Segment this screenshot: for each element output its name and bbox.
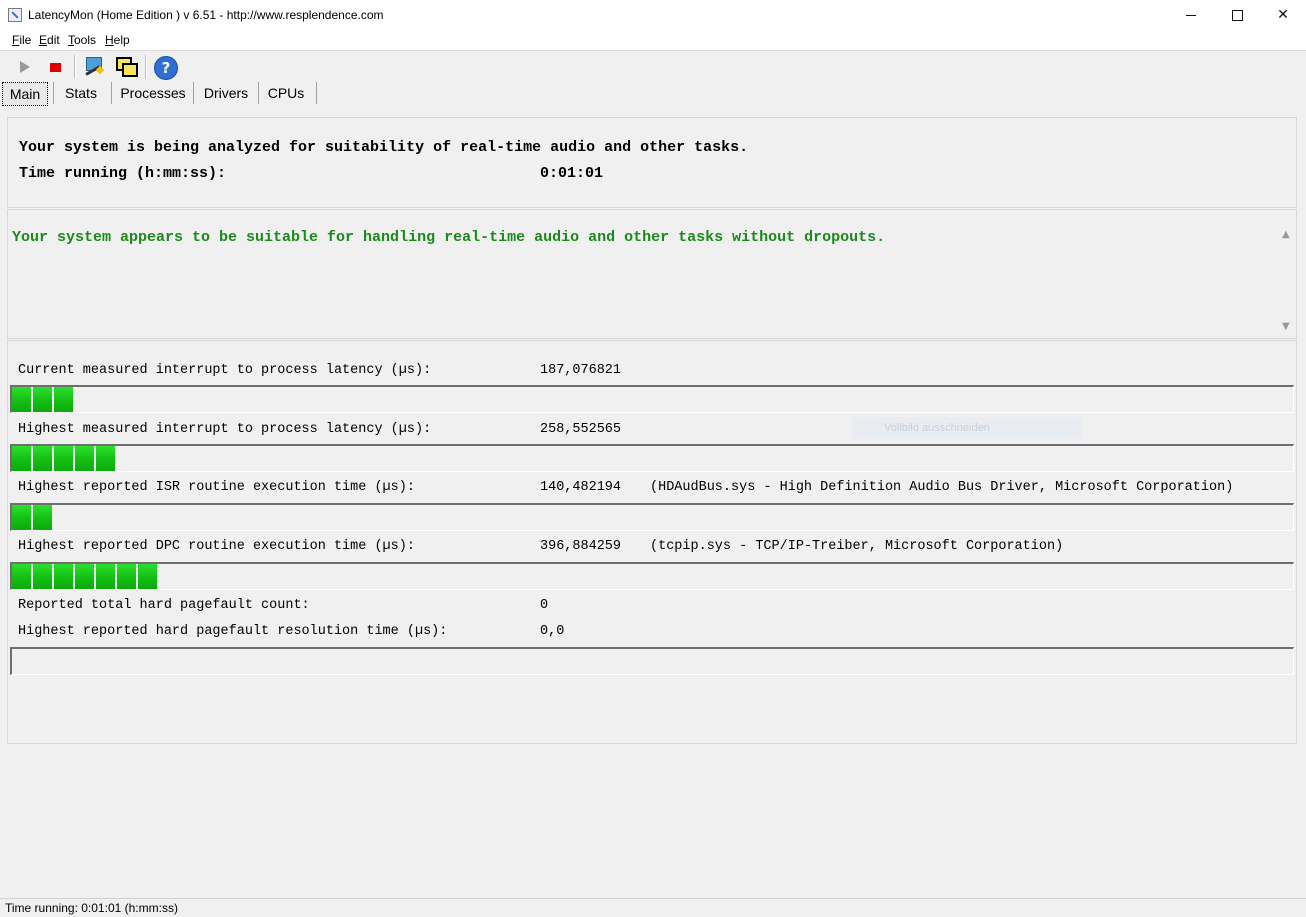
toolbar-separator: [145, 55, 147, 79]
bar-segment: [12, 505, 31, 530]
tab-bar: Main Stats Processes Drivers CPUs: [0, 81, 1306, 107]
analysis-panel: [7, 117, 1297, 208]
bar-segment: [96, 564, 115, 589]
bar-segment: [54, 564, 73, 589]
bar-segment: [117, 564, 136, 589]
play-icon: [20, 61, 30, 73]
highest-latency-label: Highest measured interrupt to process la…: [18, 422, 432, 437]
bar-segment: [75, 564, 94, 589]
bar-segment: [33, 446, 52, 471]
isr-bar: [10, 503, 1294, 531]
tab-main[interactable]: Main: [2, 82, 48, 106]
bar-segment: [138, 564, 157, 589]
tab-separator: [316, 82, 317, 104]
highest-latency-value: 258,552565: [540, 422, 622, 437]
bar-segment: [75, 446, 94, 471]
window-front-icon: [122, 63, 138, 77]
start-button[interactable]: [12, 55, 36, 79]
wizard-button[interactable]: [82, 55, 106, 79]
menu-edit-accel: E: [39, 33, 48, 47]
highest-latency-bar: [10, 444, 1294, 472]
dpc-driver-detail: (tcpip.sys - TCP/IP-Treiber, Microsoft C…: [650, 539, 1064, 554]
pagefault-time-label: Highest reported hard pagefault resoluti…: [18, 624, 448, 639]
menu-help[interactable]: Help: [105, 33, 130, 47]
bar-segment: [96, 446, 115, 471]
verdict-text: Your system appears to be suitable for h…: [12, 229, 886, 246]
bar-segment: [33, 505, 52, 530]
analysis-text: Your system is being analyzed for suitab…: [19, 139, 749, 156]
current-latency-bar-fill: [12, 387, 75, 412]
isr-bar-fill: [12, 505, 54, 530]
scroll-down-arrow-icon[interactable]: ▼: [1282, 321, 1290, 332]
snip-overlay-label: Vollbild ausschneiden: [852, 417, 1082, 439]
pagefault-count-value: 0: [540, 598, 549, 613]
menu-edit-rest: dit: [47, 33, 60, 47]
latencymon-app-icon: [8, 8, 22, 22]
isr-driver-detail: (HDAudBus.sys - High Definition Audio Bu…: [650, 480, 1234, 495]
tab-cpus[interactable]: CPUs: [264, 81, 308, 105]
toolbar: ?: [0, 51, 1306, 81]
pagefault-time-bar: [10, 647, 1294, 675]
status-bar: Time running: 0:01:01 (h:mm:ss): [0, 898, 1306, 917]
stop-button[interactable]: [44, 55, 68, 79]
tab-processes[interactable]: Processes: [118, 81, 188, 105]
tab-separator: [258, 82, 259, 104]
dpc-bar: [10, 562, 1294, 590]
help-button[interactable]: ?: [153, 55, 178, 80]
window-title: LatencyMon (Home Edition ) v 6.51 - http…: [28, 8, 384, 22]
bar-segment: [54, 446, 73, 471]
sparkle-icon: [95, 65, 105, 75]
bar-segment: [33, 387, 52, 412]
close-button[interactable]: ✕: [1260, 0, 1306, 30]
tab-separator: [193, 82, 194, 104]
stop-icon: [50, 63, 61, 72]
menu-edit[interactable]: Edit: [39, 33, 60, 47]
tab-drivers[interactable]: Drivers: [199, 81, 253, 105]
time-running-label: Time running (h:mm:ss):: [19, 165, 227, 182]
bar-segment: [12, 446, 31, 471]
bar-segment: [54, 387, 73, 412]
bar-segment: [12, 387, 31, 412]
tab-stats[interactable]: Stats: [58, 81, 104, 105]
menu-help-rest: elp: [113, 33, 130, 47]
isr-label: Highest reported ISR routine execution t…: [18, 480, 415, 495]
maximize-button[interactable]: [1214, 0, 1260, 30]
menu-tools-rest: ools: [74, 33, 97, 47]
minimize-icon: [1186, 14, 1196, 16]
current-latency-value: 187,076821: [540, 363, 622, 378]
bar-segment: [12, 564, 31, 589]
minimize-button[interactable]: [1168, 0, 1214, 30]
dpc-value: 396,884259: [540, 539, 622, 554]
dpc-bar-fill: [12, 564, 159, 589]
time-running-value: 0:01:01: [540, 165, 604, 182]
help-icon: ?: [154, 56, 178, 80]
tab-separator: [53, 82, 54, 104]
dpc-label: Highest reported DPC routine execution t…: [18, 539, 415, 554]
menu-tools[interactable]: Tools: [68, 33, 96, 47]
isr-value: 140,482194: [540, 480, 622, 495]
current-latency-bar: [10, 385, 1294, 413]
pagefault-count-label: Reported total hard pagefault count:: [18, 598, 310, 613]
status-text: Time running: 0:01:01 (h:mm:ss): [5, 901, 178, 915]
bar-segment: [33, 564, 52, 589]
menu-file-rest: ile: [19, 33, 32, 47]
highest-latency-bar-fill: [12, 446, 117, 471]
menu-bar: File Edit Tools Help: [0, 30, 1306, 51]
menu-help-accel: H: [105, 33, 114, 47]
pagefault-time-value: 0,0: [540, 624, 565, 639]
windows-button[interactable]: [114, 55, 138, 79]
close-icon: ✕: [1277, 7, 1289, 23]
menu-file[interactable]: File: [12, 33, 31, 47]
toolbar-separator: [74, 55, 76, 79]
scroll-up-arrow-icon[interactable]: ▲: [1282, 229, 1290, 240]
title-bar: LatencyMon (Home Edition ) v 6.51 - http…: [0, 0, 1306, 30]
maximize-icon: [1231, 9, 1243, 21]
tab-separator: [111, 82, 112, 104]
current-latency-label: Current measured interrupt to process la…: [18, 363, 432, 378]
